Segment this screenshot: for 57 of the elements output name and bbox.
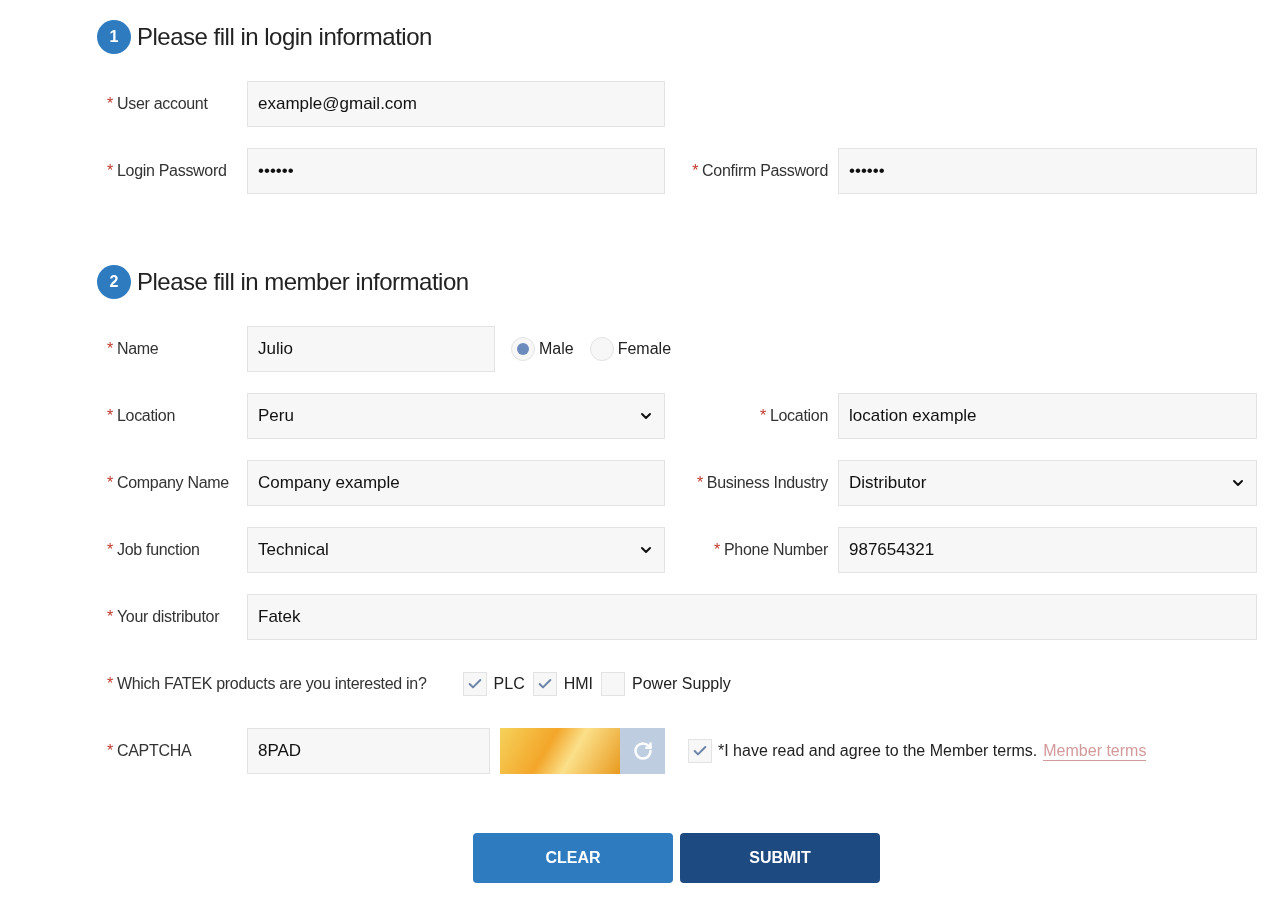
radio-button[interactable]	[589, 337, 614, 361]
checkbox[interactable]	[532, 672, 557, 696]
radio-button[interactable]	[511, 337, 535, 361]
field-label: * Location	[107, 407, 177, 425]
required-mark: *	[107, 474, 113, 491]
checkbox[interactable]	[601, 672, 625, 696]
field-label: * Login Password	[107, 162, 228, 180]
checkbox-label: Power Supply	[632, 675, 731, 693]
select-field[interactable]: Technical	[247, 527, 665, 573]
radio-option[interactable]: Female	[589, 337, 672, 361]
section-title: Please fill in member information	[137, 268, 469, 296]
checkbox[interactable]	[688, 739, 712, 763]
required-mark: *	[696, 474, 703, 491]
checkbox-label: HMI	[563, 675, 593, 693]
field-label: * Business Industry	[695, 474, 829, 492]
input-field[interactable]: example@gmail.com	[247, 81, 665, 127]
field-label: * Your distributor	[107, 608, 221, 626]
refresh-icon	[632, 741, 653, 761]
required-mark: *	[107, 162, 113, 179]
radio-option[interactable]: Male	[511, 337, 574, 361]
input-field[interactable]: location example	[838, 393, 1257, 439]
section-title: Please fill in login information	[137, 23, 432, 51]
required-mark: *	[107, 95, 113, 112]
required-mark: *	[692, 162, 699, 179]
field-label: * User account	[107, 95, 209, 113]
required-mark: *	[714, 541, 720, 558]
input-field[interactable]: Julio	[247, 326, 495, 372]
checkbox-label: PLC	[493, 675, 525, 693]
field-label: * Company Name	[107, 474, 230, 492]
select-field[interactable]: Peru	[247, 393, 665, 439]
field-label: * CAPTCHA	[107, 742, 193, 760]
required-mark: *	[107, 742, 113, 759]
required-mark: *	[107, 340, 113, 357]
required-mark: *	[107, 407, 113, 424]
input-field[interactable]: 8PAD	[247, 728, 490, 774]
input-field[interactable]: Company example	[247, 460, 665, 506]
required-mark: *	[107, 541, 113, 558]
input-field[interactable]: 987654321	[838, 527, 1257, 573]
terms-text: *I have read and agree to the Member terms.	[718, 742, 1038, 760]
input-field[interactable]: Fatek	[247, 594, 1257, 640]
form-button[interactable]: SUBMIT	[680, 833, 880, 883]
form-button[interactable]: CLEAR	[473, 833, 673, 883]
select-field[interactable]: Distributor	[838, 460, 1257, 506]
input-field[interactable]: ••••••	[247, 148, 665, 194]
checkbox[interactable]	[462, 672, 487, 696]
field-label: * Location	[758, 407, 829, 425]
field-label: * Which FATEK products are you interested in?	[107, 675, 427, 693]
field-label: * Name	[107, 340, 160, 358]
step-number: 2	[97, 265, 131, 299]
step-number: 1	[97, 20, 131, 54]
required-mark: *	[759, 407, 766, 424]
required-mark: *	[107, 675, 113, 692]
field-label: * Phone Number	[713, 541, 829, 559]
required-mark: *	[107, 608, 113, 625]
input-field[interactable]: ••••••	[838, 148, 1257, 194]
field-label: * Job function	[107, 541, 201, 559]
field-label: * Confirm Password	[691, 162, 829, 180]
